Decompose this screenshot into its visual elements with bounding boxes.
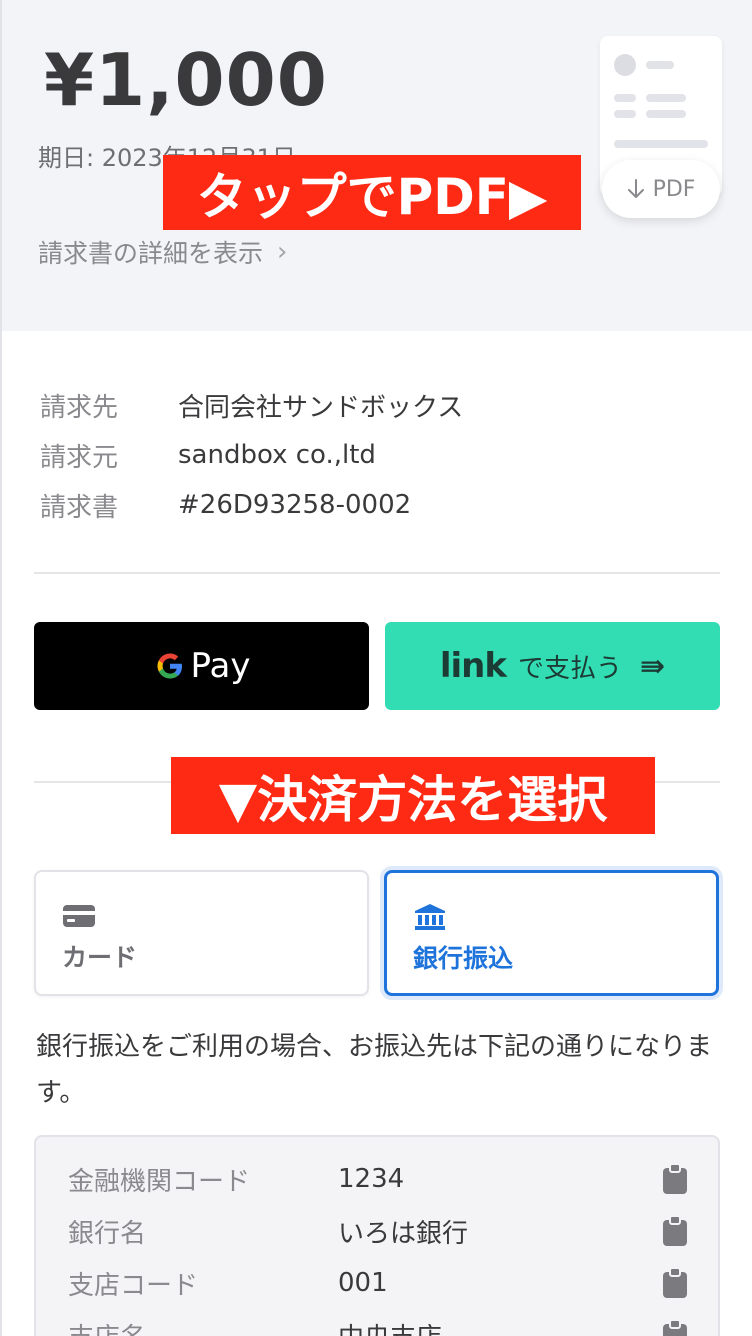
clipboard-icon[interactable] [662,1163,688,1195]
credit-card-icon [63,905,95,927]
pdf-label: PDF [652,176,696,202]
clipboard-icon[interactable] [662,1215,688,1247]
annotation-tap-pdf: タップでPDF▶ [163,155,581,230]
payment-method-card-tab[interactable]: カード [34,870,369,996]
link-pay-label: で支払う [517,653,622,684]
bank-detail-value: いろは銀行 [338,1218,469,1249]
bank-icon [415,904,445,930]
google-g-icon [157,653,182,679]
info-value: #26D93258-0002 [178,490,412,520]
invoice-parties: 請求先 合同会社サンドボックス 請求元 sandbox co.,ltd 請求書 … [40,380,463,530]
annotation-select-method: ▼決済方法を選択 [171,757,655,834]
info-label: 請求先 [40,392,119,423]
google-pay-button[interactable]: Pay [34,622,369,710]
card-tab-label: カード [62,943,138,972]
double-arrow-right-icon: ⇛ [640,648,666,684]
bank-details-box: 金融機関コード 1234 銀行名 いろは銀行 支店コード 001 支店名 中央支… [34,1135,720,1336]
bank-detail-row: 銀行名 いろは銀行 [68,1205,688,1257]
bank-detail-row: 支店名 中央支店 [68,1309,688,1336]
bank-tab-label: 銀行振込 [413,944,514,973]
link-pay-button[interactable]: link で支払う ⇛ [385,622,720,710]
info-label: 請求元 [40,442,119,473]
info-row: 請求先 合同会社サンドボックス [40,380,463,430]
arrow-down-icon [627,179,644,198]
info-row: 請求書 #26D93258-0002 [40,480,463,530]
bank-detail-label: 支店コード [68,1270,199,1301]
info-value: 合同会社サンドボックス [178,392,464,423]
google-pay-label: Pay [190,646,251,686]
bank-detail-label: 銀行名 [68,1218,147,1249]
view-details-link[interactable]: 請求書の詳細を表示 › [38,234,287,270]
divider [34,572,720,574]
info-row: 請求元 sandbox co.,ltd [40,430,463,480]
clipboard-icon[interactable] [662,1267,688,1299]
bank-detail-label: 金融機関コード [68,1166,251,1197]
link-logo: link [439,646,507,686]
view-details-label: 請求書の詳細を表示 [38,239,264,268]
clipboard-icon[interactable] [662,1319,688,1336]
bank-transfer-note: 銀行振込をご利用の場合、お振込先は下記の通りになります。 [36,1032,713,1108]
bank-detail-label: 支店名 [68,1317,338,1336]
bank-detail-row: 支店コード 001 [68,1257,688,1309]
chevron-right-icon: › [277,237,288,267]
download-pdf-button[interactable]: PDF [602,160,720,218]
info-label: 請求書 [40,492,119,523]
invoice-amount: ¥1,000 [44,38,328,122]
info-value: sandbox co.,ltd [178,440,376,470]
bank-detail-value: 中央支店 [338,1317,662,1336]
bank-detail-value: 1234 [338,1164,405,1194]
payment-method-bank-tab[interactable]: 銀行振込 [384,870,719,996]
bank-detail-value: 001 [338,1268,388,1298]
bank-detail-row: 金融機関コード 1234 [68,1153,688,1205]
